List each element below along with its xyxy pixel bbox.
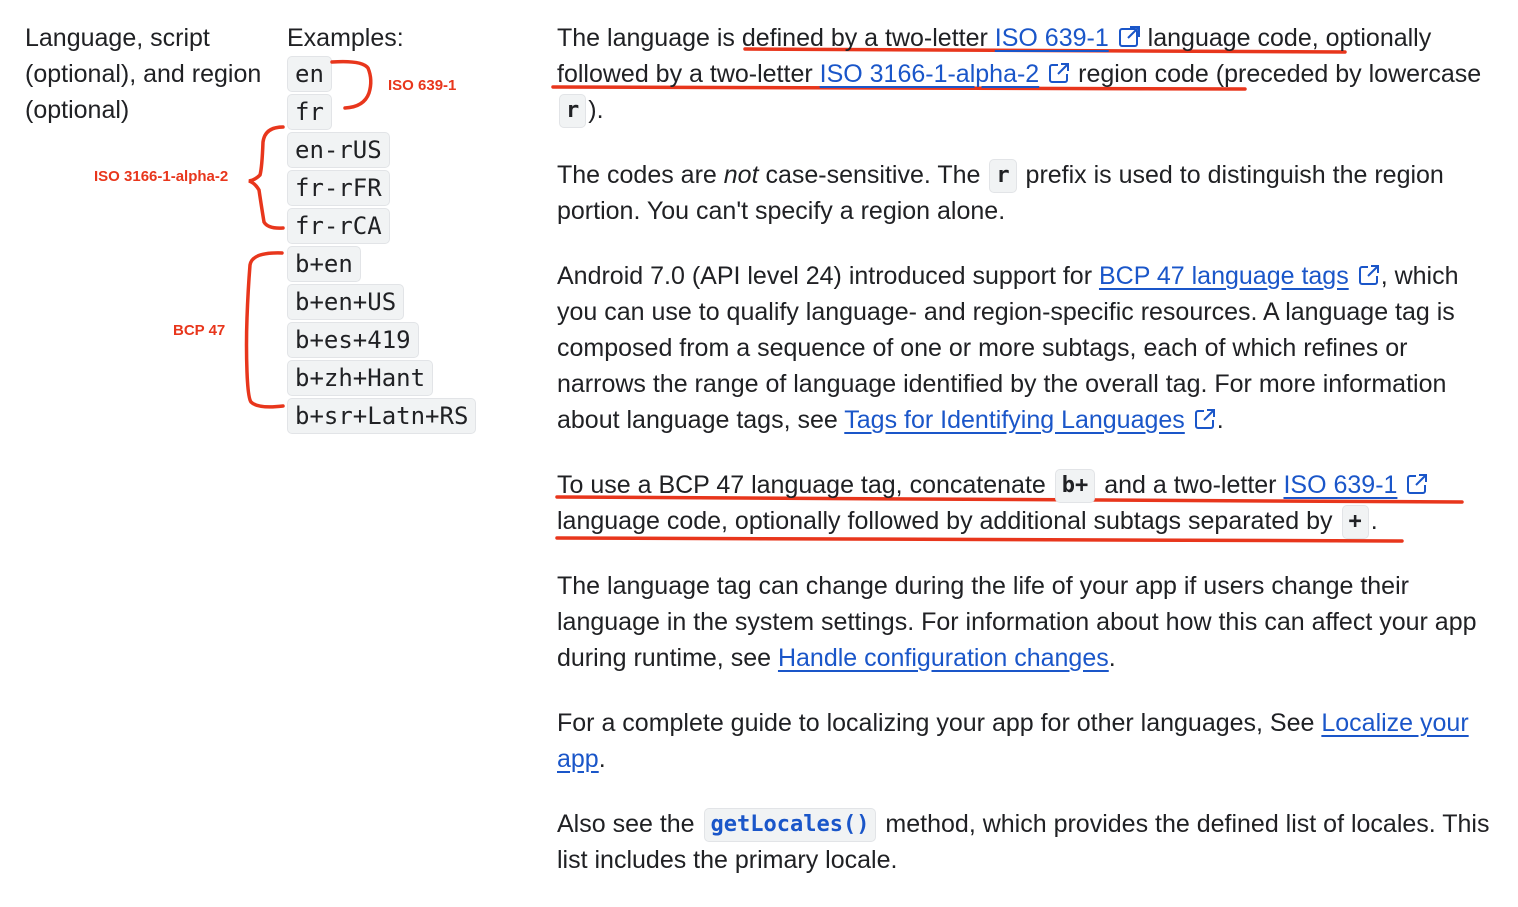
- paragraph-case-sensitivity: The codes are not case-sensitive. The r …: [557, 159, 1444, 225]
- code-example-b-en-us: b+en+US: [287, 284, 405, 320]
- annotation-iso3166: ISO 3166-1-alpha-2: [94, 168, 229, 185]
- inline-code-b-plus: b+: [1054, 469, 1096, 503]
- paragraph-runtime-change: The language tag can change during the l…: [557, 572, 1477, 672]
- external-link-icon: [1193, 407, 1217, 431]
- code-example-en-rus: en-rUS: [287, 132, 390, 168]
- handle-configuration-changes-link[interactable]: Handle configuration changes: [778, 644, 1109, 672]
- code-example-fr-rfr: fr-rFR: [287, 170, 390, 206]
- paragraph-bcp47-usage: To use a BCP 47 language tag, concatenat…: [557, 467, 1502, 539]
- code-example-b-es-419: b+es+419: [287, 322, 419, 358]
- tags-for-identifying-languages-link[interactable]: Tags for Identifying Languages: [844, 406, 1185, 434]
- annotation-bcp47: BCP 47: [173, 322, 226, 339]
- paragraph-bcp47-support: Android 7.0 (API level 24) introduced su…: [557, 262, 1459, 434]
- external-link-icon: [1357, 263, 1381, 287]
- iso-3166-link[interactable]: ISO 3166-1-alpha-2: [820, 60, 1040, 88]
- qualifier-label: Language, script (optional), and region …: [25, 24, 262, 124]
- iso-639-1-link[interactable]: ISO 639-1: [995, 24, 1109, 52]
- external-link-icon: [1405, 472, 1429, 496]
- code-example-b-zh-hant: b+zh+Hant: [287, 360, 434, 396]
- code-example-fr: fr: [287, 94, 332, 130]
- code-example-b-sr-latn-rs: b+sr+Latn+RS: [287, 398, 477, 434]
- examples-heading: Examples:: [287, 24, 404, 52]
- iso-639-1-link[interactable]: ISO 639-1: [1283, 471, 1397, 499]
- bcp47-bracket: [244, 251, 285, 409]
- external-link-icon: [1117, 25, 1141, 49]
- code-example-en: en: [287, 56, 332, 92]
- paragraph-language-definition: The language is defined by a two-letter …: [557, 20, 1502, 128]
- description-column: The language is defined by a two-letter …: [557, 20, 1502, 907]
- code-example-fr-rca: fr-rCA: [287, 208, 390, 244]
- getlocales-method-link[interactable]: getLocales(): [703, 808, 877, 842]
- annotation-iso639: ISO 639-1: [388, 77, 457, 94]
- bcp47-language-tags-link[interactable]: BCP 47 language tags: [1099, 262, 1349, 290]
- inline-code-r: r: [559, 94, 587, 128]
- paragraph-getlocales: Also see the getLocales() method, which …: [557, 808, 1490, 874]
- external-link-icon: [1047, 61, 1071, 85]
- inline-code-r: r: [989, 159, 1017, 193]
- inline-code-plus: +: [1341, 505, 1369, 539]
- example-code-list: en fr en-rUS fr-rFR fr-rCA b+en b+en+US …: [287, 56, 477, 436]
- code-example-b-en: b+en: [287, 246, 361, 282]
- paragraph-localization-guide: For a complete guide to localizing your …: [557, 709, 1469, 773]
- iso3166-bracket: [248, 125, 285, 230]
